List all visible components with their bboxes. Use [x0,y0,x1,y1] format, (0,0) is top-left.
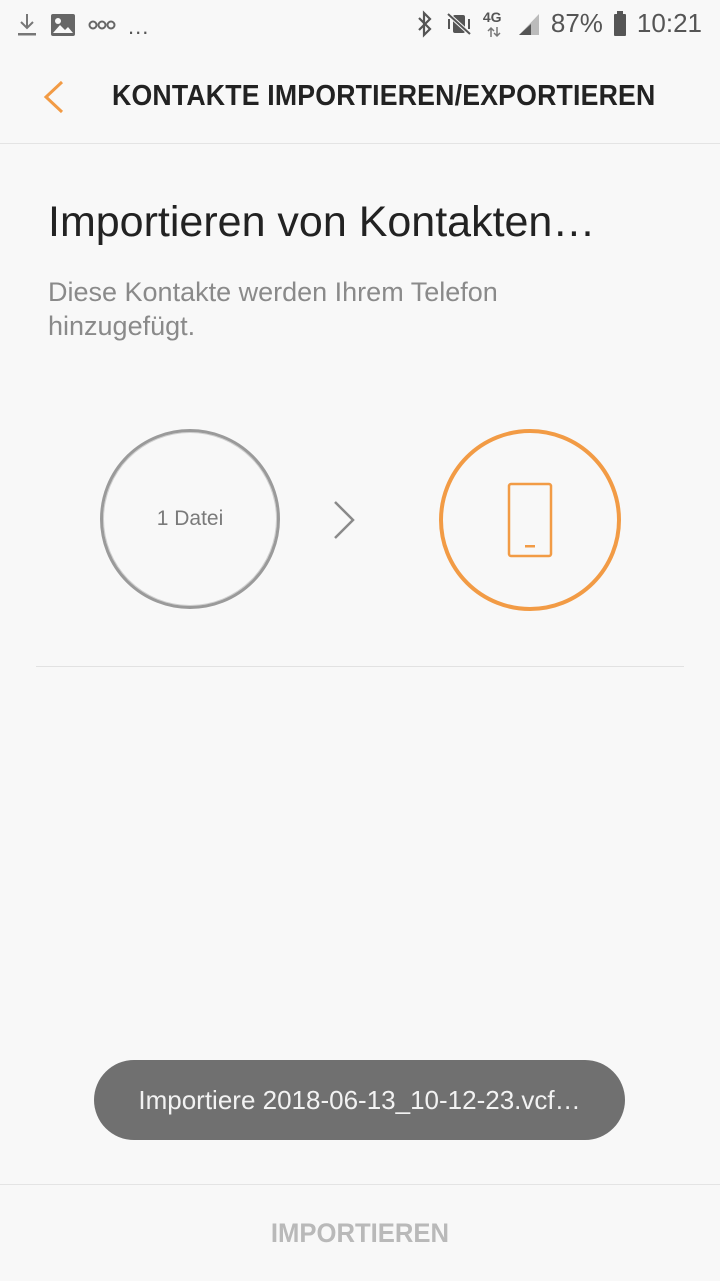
import-heading: Importieren von Kontakten… [48,198,596,246]
source-file-count: 1 Datei [156,507,224,530]
import-toast: Importiere 2018-06-13_10-12-23.vcf… [94,1060,625,1140]
import-description: Diese Kontakte werden Ihrem Telefon hinz… [48,277,498,341]
vibrate-mute-icon [446,12,472,35]
more-notifications-indicator: ... [128,14,150,39]
image-icon [51,14,75,36]
signal-icon [518,13,539,35]
network-label: 4G [482,8,502,25]
bottom-bar: IMPORTIEREN [0,1184,720,1281]
link-icon [88,20,116,30]
chevron-right-icon [334,501,355,539]
import-button[interactable]: IMPORTIEREN [18,1185,702,1281]
download-icon [18,14,36,36]
back-button[interactable] [30,72,80,122]
toast-message: Importiere 2018-06-13_10-12-23.vcf… [138,1084,581,1115]
chevron-left-icon [43,80,64,114]
bluetooth-icon [418,9,432,38]
status-bar: ... 4G 87% 10:21 [0,0,720,50]
phone-icon [507,482,553,558]
target-phone-circle [439,429,621,611]
notification-icons: ... [16,10,149,40]
system-icons: 4G 87% 10:21 [415,8,702,39]
data-arrows-icon [487,26,501,37]
battery-percent: 87% [550,8,603,38]
source-file-circle: 1 Datei [100,429,280,609]
network-indicator: 4G [483,9,507,39]
clock: 10:21 [636,8,702,38]
app-bar: KONTAKTE IMPORTIEREN/EXPORTIEREN [0,50,720,144]
page-title: KONTAKTE IMPORTIEREN/EXPORTIEREN [112,80,656,112]
divider [36,666,684,667]
battery-icon [613,10,626,36]
